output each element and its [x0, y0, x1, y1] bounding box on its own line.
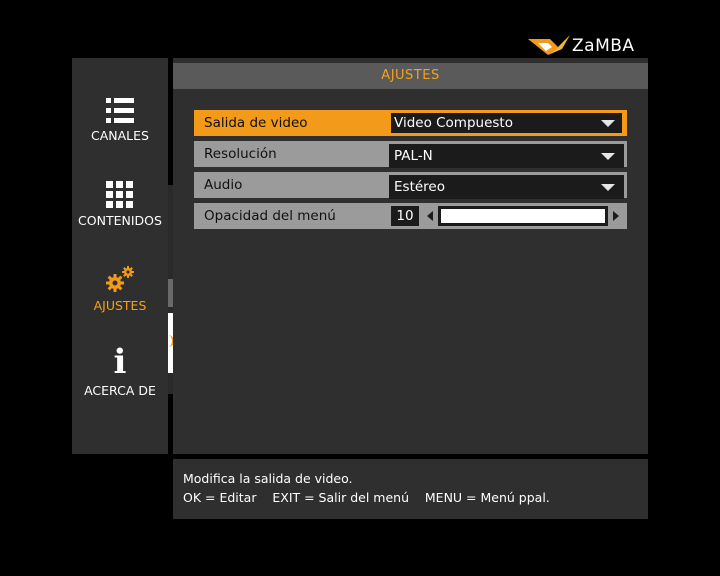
setting-label: Audio: [204, 177, 243, 193]
arrow-left-icon[interactable]: [427, 211, 433, 221]
sidebar-item-acerca-de[interactable]: i ACERCA DE: [72, 339, 168, 419]
list-icon: [72, 84, 168, 124]
brand-name: ZaMBA: [572, 36, 635, 56]
chevron-down-icon: [601, 184, 615, 191]
chevron-down-icon: [601, 153, 615, 160]
gears-icon: [72, 254, 168, 294]
opacity-slider[interactable]: [438, 206, 608, 226]
dropdown-value: Estéreo: [394, 179, 445, 195]
setting-row-opacidad[interactable]: Opacidad del menú 10: [194, 203, 627, 229]
zamba-logo: ZaMBA: [528, 34, 635, 58]
info-icon: i: [113, 342, 127, 382]
sidebar-item-canales[interactable]: CANALES: [72, 84, 168, 164]
page-title: AJUSTES: [173, 63, 648, 89]
grid-icon: [72, 169, 168, 209]
chevron-down-icon: [601, 120, 615, 127]
dropdown-value: PAL-N: [394, 148, 433, 164]
setting-label: Opacidad del menú: [204, 208, 336, 224]
setting-label: Resolución: [204, 146, 277, 162]
setting-label: Salida de video: [204, 115, 308, 131]
opacity-value: 10: [391, 206, 419, 226]
sidebar-item-label: AJUSTES: [93, 298, 147, 313]
setting-row-resolucion[interactable]: Resolución PAL-N: [194, 141, 627, 168]
setting-row-salida-video[interactable]: Salida de video Video Compuesto: [194, 110, 627, 136]
resolution-dropdown[interactable]: PAL-N: [389, 144, 624, 168]
opacity-slider-fill: [441, 209, 605, 223]
setting-row-audio[interactable]: Audio Estéreo: [194, 172, 627, 199]
help-bar: Modifica la salida de video. OK = Editar…: [173, 459, 648, 519]
dropdown-value: Video Compuesto: [394, 115, 513, 131]
sidebar-item-contenidos[interactable]: CONTENIDOS: [72, 169, 168, 249]
sidebar-item-label: CANALES: [91, 128, 149, 143]
sidebar: CANALES CONTENIDOS AJUSTES i ACERCA DE: [72, 58, 168, 454]
video-output-dropdown[interactable]: Video Compuesto: [389, 111, 624, 135]
sidebar-item-ajustes[interactable]: AJUSTES: [72, 254, 168, 334]
audio-dropdown[interactable]: Estéreo: [389, 175, 624, 199]
help-keys: OK = Editar EXIT = Salir del menú MENU =…: [183, 490, 550, 505]
zamba-logo-icon: [528, 35, 570, 55]
arrow-right-icon[interactable]: [613, 211, 619, 221]
settings-panel: AJUSTES Salida de video Video Compuesto …: [173, 58, 648, 454]
sidebar-item-label: CONTENIDOS: [78, 213, 162, 228]
help-description: Modifica la salida de video.: [183, 471, 353, 486]
sidebar-item-label: ACERCA DE: [84, 383, 156, 398]
